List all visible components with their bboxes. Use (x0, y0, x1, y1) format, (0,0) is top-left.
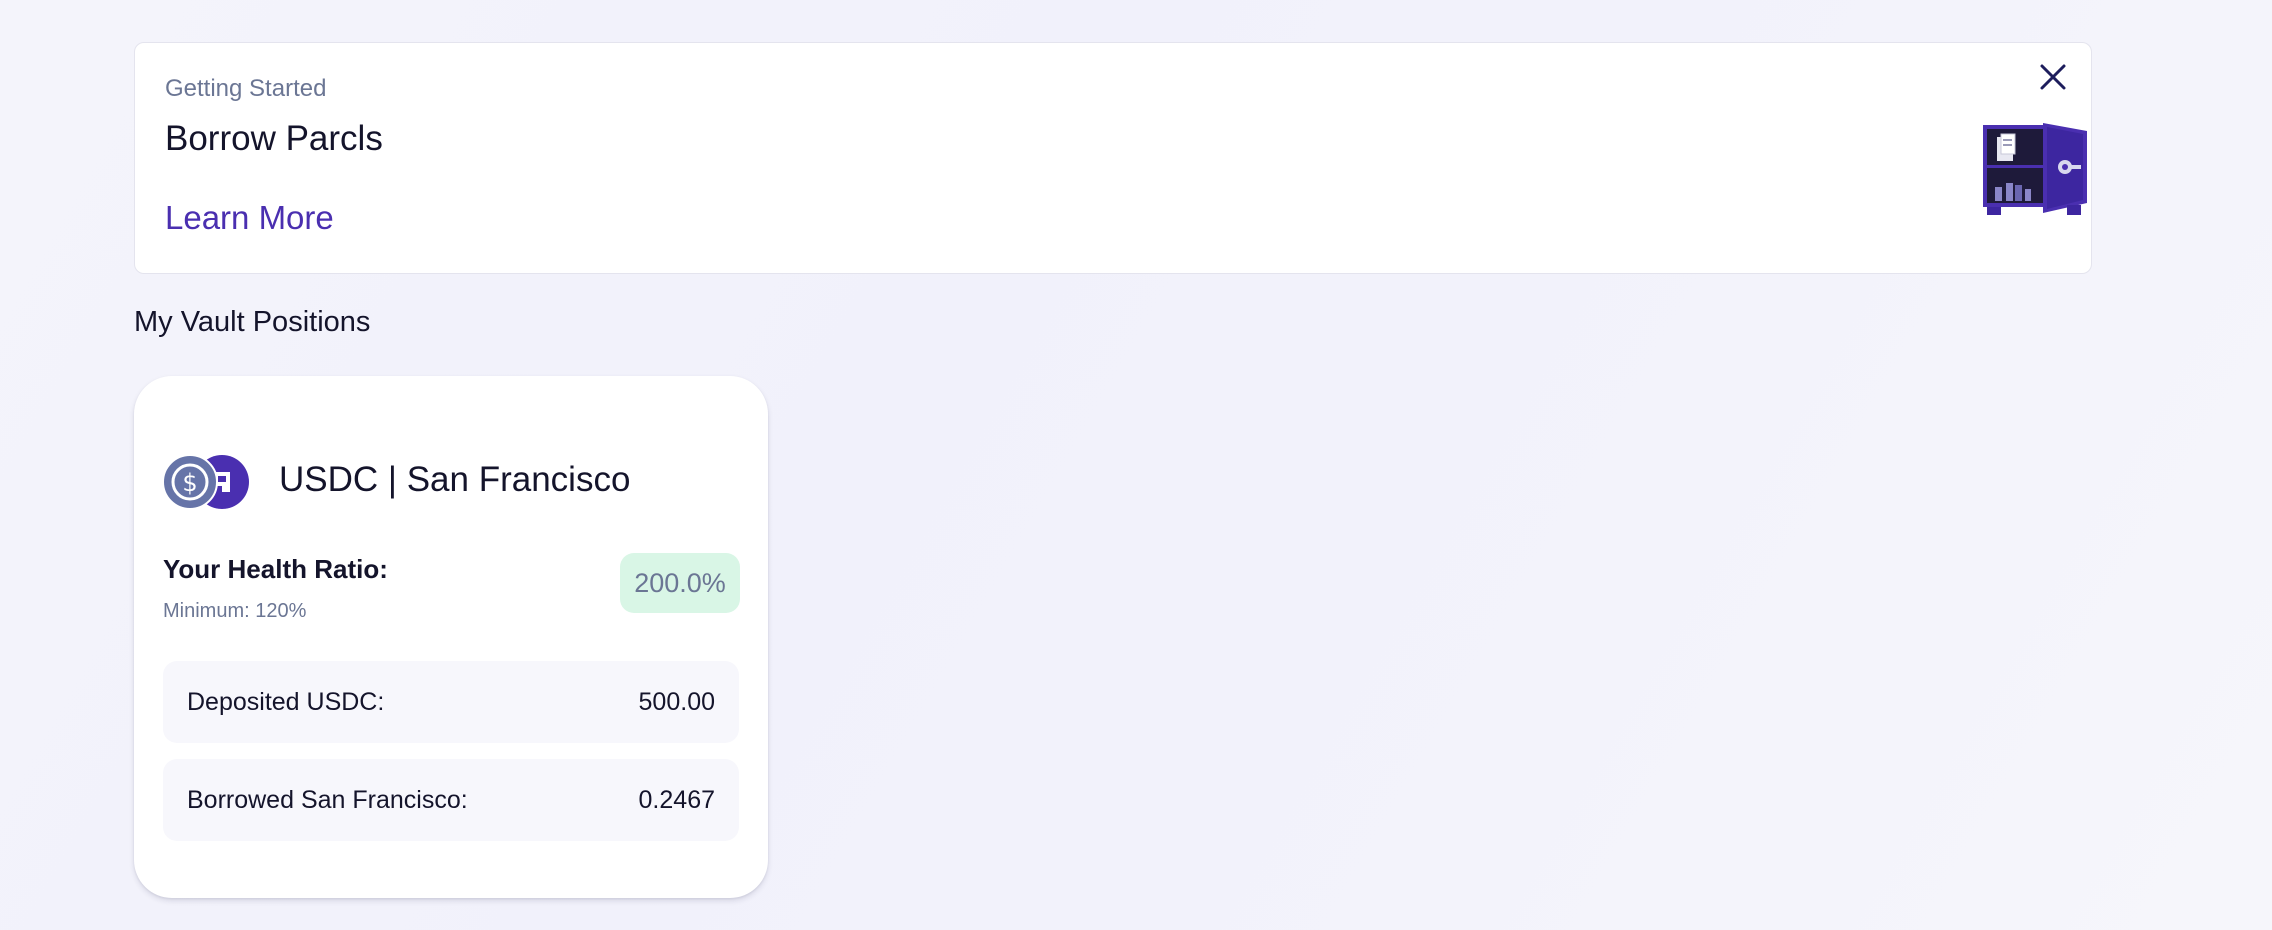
deposited-value: 500.00 (638, 687, 715, 716)
usdc-icon: $ (162, 454, 218, 510)
borrowed-value: 0.2467 (638, 785, 715, 814)
deposited-label: Deposited USDC: (187, 687, 385, 716)
getting-started-banner: Getting Started Borrow Parcls Learn More (134, 42, 2092, 274)
close-banner-button[interactable] (2033, 57, 2073, 97)
close-icon (2040, 64, 2066, 90)
health-ratio-badge: 200.0% (620, 553, 740, 613)
my-vault-positions-heading: My Vault Positions (134, 306, 371, 338)
borrowed-label: Borrowed San Francisco: (187, 785, 468, 814)
svg-text:$: $ (182, 469, 197, 497)
deposited-row: Deposited USDC: 500.00 (163, 661, 739, 743)
vault-position-card[interactable]: $ USDC | San Francisco Your Health Ratio… (134, 376, 768, 898)
borrowed-row: Borrowed San Francisco: 0.2467 (163, 759, 739, 841)
health-ratio-label: Your Health Ratio: (163, 554, 388, 584)
token-pair-icons: $ (162, 454, 249, 510)
banner-kicker: Getting Started (165, 75, 327, 102)
banner-title: Borrow Parcls (165, 119, 383, 158)
health-ratio-minimum: Minimum: 120% (163, 600, 307, 622)
vault-safe-illustration (1983, 123, 2087, 215)
learn-more-link[interactable]: Learn More (165, 199, 334, 237)
vault-pair-name: USDC | San Francisco (279, 460, 631, 499)
